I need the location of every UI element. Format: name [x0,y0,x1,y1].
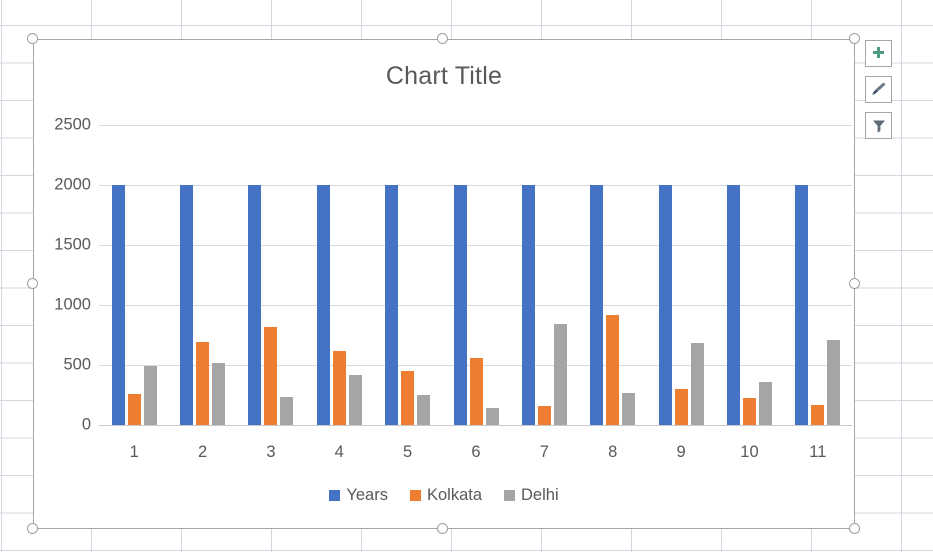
bar-group [658,40,704,425]
bar-kolkata-1[interactable] [127,394,141,425]
y-tick-label: 500 [63,355,91,374]
selection-handle-top-center[interactable] [437,33,448,44]
y-tick-label: 0 [81,415,91,434]
x-tick-label: 6 [471,443,481,461]
bar-kolkata-8[interactable] [606,315,620,425]
bar-group [180,40,226,425]
x-tick-label: 11 [809,443,827,461]
bar-delhi-3[interactable] [280,397,294,425]
bars-layer [100,40,852,425]
selection-handle-top-right[interactable] [849,33,860,44]
x-tick-label: 7 [539,443,549,461]
bar-years-1[interactable] [111,185,125,425]
selection-handle-bottom-left[interactable] [27,523,38,534]
bar-delhi-6[interactable] [485,408,499,425]
legend-label: Years [346,486,388,504]
bar-delhi-8[interactable] [622,393,636,425]
bar-kolkata-11[interactable] [811,405,825,425]
chart-filters-button[interactable] [865,112,892,139]
bar-delhi-1[interactable] [143,366,157,425]
chart-elements-button[interactable] [865,40,892,67]
bar-delhi-7[interactable] [553,323,567,425]
x-tick-label: 9 [676,443,686,461]
paintbrush-icon [872,82,886,95]
bar-kolkata-2[interactable] [196,342,210,425]
bar-delhi-4[interactable] [348,374,362,425]
selection-handle-middle-left[interactable] [27,278,38,289]
x-tick-label: 2 [197,443,208,461]
chart-styles-button[interactable] [865,76,892,103]
legend-swatch-delhi [504,490,516,501]
bar-group [521,40,567,425]
legend-item-kolkata[interactable]: Kolkata [409,486,483,505]
bar-years-9[interactable] [658,185,672,425]
y-tick-label: 1000 [54,295,91,314]
bar-kolkata-9[interactable] [674,389,688,425]
legend-swatch-years [329,490,341,501]
chart-legend[interactable]: Years Kolkata Delhi [34,486,854,505]
plot-area: 0 500 1000 1500 2000 2500 1 2 3 4 5 6 7 8 9 10 11 [34,40,854,528]
bar-group [111,40,157,425]
bar-group [248,40,294,425]
bar-years-7[interactable] [521,185,535,425]
bar-delhi-11[interactable] [827,340,841,425]
bar-kolkata-5[interactable] [401,371,415,425]
bar-group [453,40,499,425]
y-tick-label: 2000 [54,175,91,194]
bar-years-11[interactable] [795,185,809,425]
legend-swatch-kolkata [409,490,421,501]
x-tick-label: 3 [266,443,276,461]
legend-item-years[interactable]: Years [329,486,388,505]
legend-label: Delhi [521,486,559,504]
bar-years-6[interactable] [453,185,467,425]
bar-kolkata-10[interactable] [742,398,756,425]
category-axis-line [99,425,852,426]
bar-years-10[interactable] [726,185,740,425]
legend-item-delhi[interactable]: Delhi [504,486,559,505]
bar-kolkata-7[interactable] [537,405,551,425]
spreadsheet-canvas: Chart Title 0 500 1000 1500 2000 2500 1234567… [0,0,933,552]
bar-years-2[interactable] [180,185,194,425]
x-tick-label: 1 [129,443,139,461]
y-tick-label: 1500 [54,235,91,254]
selection-handle-middle-right[interactable] [849,278,860,289]
chart-quick-buttons [865,40,892,139]
bar-group [590,40,636,425]
chart-object[interactable]: Chart Title 0 500 1000 1500 2000 2500 1234567… [33,39,855,529]
bar-delhi-9[interactable] [690,343,704,425]
bar-delhi-2[interactable] [212,362,226,425]
bar-delhi-10[interactable] [758,381,772,425]
bar-delhi-5[interactable] [417,395,431,425]
x-tick-label: 10 [740,443,759,461]
bar-years-8[interactable] [590,185,604,425]
bar-group [726,40,772,425]
x-tick-label: 5 [403,443,413,461]
bar-years-3[interactable] [248,185,262,425]
bar-kolkata-3[interactable] [264,327,278,425]
selection-handle-top-left[interactable] [27,33,38,44]
plus-icon [873,47,884,58]
selection-handle-bottom-center[interactable] [437,523,448,534]
bar-years-4[interactable] [316,185,330,425]
bar-group [316,40,362,425]
bar-kolkata-6[interactable] [469,358,483,425]
bar-group [795,40,841,425]
x-tick-label: 8 [608,443,618,461]
funnel-icon [872,120,885,132]
legend-label: Kolkata [426,486,483,504]
bar-kolkata-4[interactable] [332,350,346,425]
bar-years-5[interactable] [385,185,399,425]
bar-group [385,40,431,425]
y-tick-label: 2500 [54,115,91,134]
x-tick-label: 4 [334,443,344,461]
selection-handle-bottom-right[interactable] [849,523,860,534]
